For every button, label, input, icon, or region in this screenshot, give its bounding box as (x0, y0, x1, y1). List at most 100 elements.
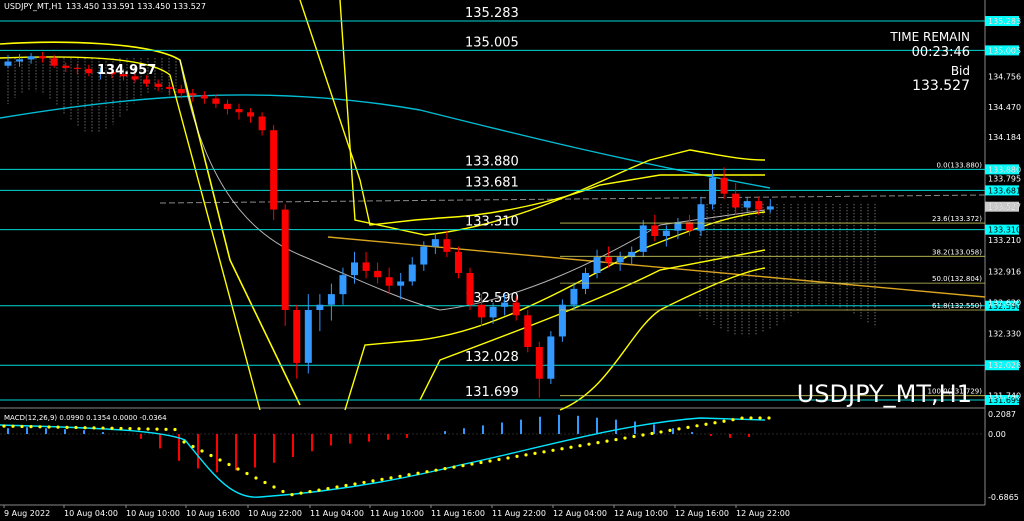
macd-signal-dot (416, 471, 420, 475)
time-tick: 11 Aug 04:00 (310, 509, 364, 518)
macd-signal-dot (425, 470, 429, 474)
macd-signal-dot (560, 447, 564, 451)
candle-bear (247, 112, 255, 117)
macd-signal-dot (767, 416, 771, 420)
candle-bear (166, 86, 174, 89)
macd-signal-dot (398, 474, 402, 478)
candle-bear (258, 116, 266, 131)
macd-label: MACD(12,26,9) 0.0990 0.1354 0.0000 -0.03… (4, 414, 167, 422)
candle-bull (547, 336, 555, 379)
ohlc-readout: 133.450 133.591 133.450 133.527 (66, 2, 206, 11)
macd-signal-dot (443, 467, 447, 471)
macd-signal-dot (506, 456, 510, 460)
trading-chart[interactable]: 135.283 135.283 135.005 135.005 133.880 133.8… (0, 0, 1024, 521)
macd-signal-dot (263, 480, 267, 485)
candle-bear (235, 109, 243, 113)
price-tick: 135.005 (988, 46, 1021, 55)
price-tick: 133.795 (988, 174, 1021, 183)
macd-signal-dot (587, 442, 591, 446)
candle-bull (351, 262, 358, 276)
macd-signal-dot (758, 416, 762, 420)
time-tick: 12 Aug 10:00 (614, 509, 668, 518)
macd-signal-dot (119, 426, 123, 431)
candle-bull (431, 239, 439, 247)
price-tick: 133.210 (988, 236, 1021, 245)
candle-bull (304, 310, 312, 363)
macd-signal-dot (614, 437, 618, 442)
macd-signal-dot (164, 427, 168, 431)
macd-signal-dot (200, 449, 204, 453)
macd-signal-dot (596, 441, 600, 445)
candle-bear (605, 257, 613, 263)
candle-bull (674, 222, 682, 231)
time-tick: 11 Aug 16:00 (431, 509, 485, 518)
macd-signal-dot (551, 448, 555, 452)
macd-signal-dot (2, 424, 6, 428)
macd-signal-dot (578, 444, 582, 448)
macd-signal-dot (452, 465, 456, 469)
macd-signal-dot (686, 425, 690, 429)
candle-bull (501, 302, 509, 307)
candle-bear (270, 130, 278, 210)
macd-signal-dot (722, 419, 726, 423)
candle-bear (478, 304, 486, 318)
price-tick: 133.880 (988, 165, 1021, 174)
candle-bear (720, 177, 728, 194)
macd-signal-dot (191, 444, 195, 449)
candle-bear (524, 315, 532, 348)
candle-bull (327, 294, 335, 305)
macd-signal-dot (74, 425, 78, 430)
candle-bull (408, 264, 416, 282)
macd-signal-dot (155, 427, 159, 431)
macd-signal-dot (704, 422, 708, 426)
candle-bear (50, 58, 58, 66)
macd-signal-dot (731, 418, 735, 422)
fib-label: 38.2(133.058) (932, 248, 982, 256)
bid-value: 133.527 (912, 78, 970, 94)
time-tick: 12 Aug 04:00 (553, 509, 607, 518)
macd-signal-dot (182, 440, 186, 444)
candle-bear (223, 103, 231, 110)
candle-bull (489, 306, 497, 318)
candle-bear (85, 68, 93, 74)
macd-signal-dot (677, 427, 681, 431)
macd-signal-dot (101, 426, 105, 430)
candle-bear (62, 65, 70, 68)
price-tick: 134.470 (988, 103, 1021, 112)
macd-signal-dot (407, 473, 411, 477)
macd-signal-dot (29, 425, 33, 429)
macd-signal-dot (668, 428, 672, 432)
macd-signal-dot (515, 454, 519, 459)
macd-signal-dot (227, 462, 231, 467)
macd-signal-dot (749, 416, 753, 420)
candle-bear (385, 277, 393, 286)
macd-signal-dot (83, 426, 87, 430)
time-tick: 9 Aug 2022 (4, 509, 50, 518)
level-135-005-label: 135.005 (465, 35, 519, 50)
time-tick: 10 Aug 10:00 (126, 509, 180, 518)
macd-signal-dot (344, 483, 348, 488)
candle-bear (454, 251, 462, 273)
macd-signal-dot (146, 427, 150, 431)
price-tick: 134.184 (988, 133, 1021, 142)
candle-bull (743, 201, 751, 208)
macd-signal-dot (65, 425, 69, 429)
macd-tick: -0.6865 (988, 493, 1019, 502)
time-remain-label: TIME REMAIN (889, 30, 970, 44)
macd-signal-dot (533, 451, 537, 455)
macd-signal-dot (389, 476, 393, 480)
price-tick: 132.916 (988, 267, 1021, 276)
candle-bull (697, 204, 705, 231)
candle-bear (39, 56, 47, 59)
candle-bear (73, 67, 81, 69)
macd-signal-dot (38, 425, 42, 429)
candle-bear (535, 347, 543, 379)
candle-bear (755, 201, 763, 210)
fib-label: 23.6(133.372) (932, 215, 982, 223)
macd-signal-dot (299, 491, 303, 495)
macd-signal-dot (56, 425, 60, 429)
macd-signal-dot (524, 453, 528, 457)
time-tick: 11 Aug 10:00 (370, 509, 424, 518)
candle-bear (212, 98, 220, 104)
candle-bear (281, 209, 289, 311)
